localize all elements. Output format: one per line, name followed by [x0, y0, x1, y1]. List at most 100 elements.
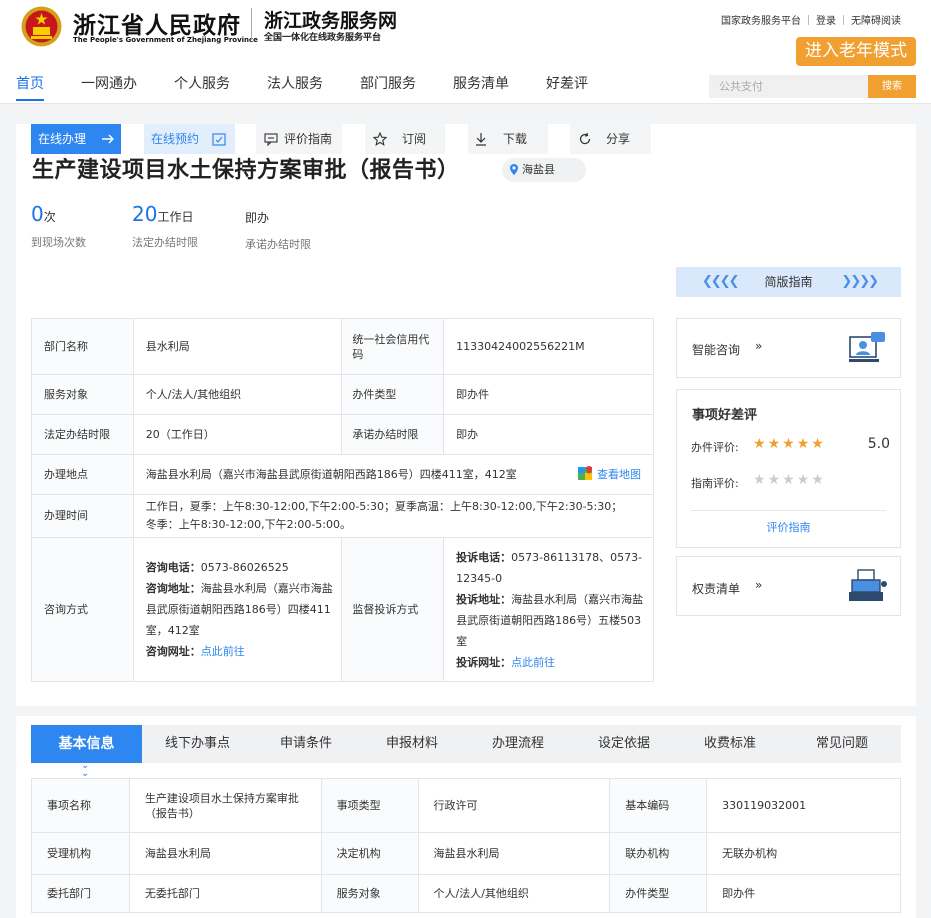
tab-faq[interactable]: 常见问题	[783, 725, 901, 763]
service-site-name[interactable]: 浙江政务服务网	[264, 6, 397, 33]
search-button[interactable]: 搜索	[868, 75, 916, 98]
basic-info-label: 事项类型	[320, 778, 419, 833]
star-icon: ★	[753, 436, 766, 452]
star-icon: ★	[767, 472, 781, 488]
tab-process[interactable]: 办理流程	[465, 725, 571, 763]
divider	[691, 510, 886, 511]
handle-rating-label: 办件评价:	[691, 441, 739, 454]
tab-conditions[interactable]: 申请条件	[253, 725, 359, 763]
online-handle-button[interactable]: 在线办理	[31, 124, 121, 154]
basic-info-label: 决定机构	[320, 832, 419, 875]
search-input[interactable]: 公共支付	[709, 75, 869, 98]
national-emblem-icon	[21, 6, 62, 47]
handle-rating-value: 5.0	[867, 436, 890, 452]
stat-legal-num: 20	[132, 202, 158, 226]
stat-visits: 0次 到现场次数	[31, 202, 86, 250]
chevron-down-icon: ⌄ ⌄	[81, 760, 90, 779]
tab-basis[interactable]: 设定依据	[571, 725, 677, 763]
detail-card: 基本信息 线下办事点 申请条件 申报材料 办理流程 设定依据 收费标准 常见问题…	[16, 716, 916, 918]
typewriter-icon	[849, 569, 887, 601]
consult-web-key: 咨询网址：	[145, 645, 201, 658]
star-icon: ★	[767, 436, 781, 452]
nav-home[interactable]: 首页	[16, 72, 44, 102]
consult-cell: 咨询电话：0573-86026525 咨询地址：海盐县水利局（嘉兴市海盐县武原街…	[132, 537, 343, 682]
table-row: 咨询方式 咨询电话：0573-86026525 咨询地址：海盐县水利局（嘉兴市海…	[31, 537, 654, 682]
main-nav: 首页 一网通办 个人服务 法人服务 部门服务 服务清单 好差评	[16, 72, 625, 102]
time-label: 办理时间	[31, 494, 134, 538]
gov-name[interactable]: 浙江省人民政府	[73, 6, 241, 40]
basic-info-label: 基本编码	[609, 778, 708, 833]
smart-consult-label: 智能咨询	[692, 343, 741, 357]
nav-personal[interactable]: 个人服务	[174, 72, 230, 102]
share-icon	[579, 132, 591, 145]
review-guide-button[interactable]: 评价指南	[256, 124, 342, 154]
power-list-panel[interactable]: 权责清单 »	[676, 556, 901, 616]
table-row: 事项名称 生产建设项目水土保持方案审批（报告书） 事项类型 行政许可 基本编码 33011…	[31, 778, 901, 833]
header-divider	[251, 8, 252, 40]
login-link[interactable]: 登录	[816, 12, 836, 27]
stat-legal-limit: 20工作日 法定办结时限	[132, 202, 198, 250]
nav-department[interactable]: 部门服务	[360, 72, 416, 102]
download-button[interactable]: 下载	[468, 124, 548, 154]
consult-phone-key: 咨询电话：	[145, 561, 201, 574]
consult-web-link[interactable]: 点此前往	[201, 645, 245, 658]
nav-one-stop[interactable]: 一网通办	[81, 72, 137, 102]
view-map-link[interactable]: 查看地图	[578, 466, 641, 484]
handle-type-label: 办件类型	[341, 374, 445, 415]
complain-web-key: 投诉网址：	[456, 655, 512, 669]
table-row: 委托部门 无委托部门 服务对象 个人/法人/其他组织 办件类型 即办件	[31, 874, 901, 913]
credit-code-label: 统一社会信用代码	[341, 318, 445, 375]
accessibility-link[interactable]: 无障碍阅读	[851, 12, 901, 27]
star-outline-icon	[373, 132, 387, 146]
top-links: 国家政务服务平台 登录 无障碍阅读	[721, 12, 901, 27]
review-guide-link[interactable]: 评价指南	[677, 519, 900, 535]
divider	[808, 14, 809, 25]
chevron-right-icon: »	[755, 339, 763, 353]
promise-limit-label: 承诺办结时限	[341, 414, 445, 455]
tab-materials[interactable]: 申报材料	[359, 725, 465, 763]
star-icon: ★	[796, 436, 810, 452]
download-icon	[476, 133, 486, 146]
complain-web-link[interactable]: 点此前往	[511, 656, 555, 669]
handle-type-link[interactable]: 即办件	[443, 374, 654, 415]
place-value: 海盐县水利局（嘉兴市海盐县武原街道朝阳西路186号）四楼411室，412室	[145, 467, 517, 481]
stat-promise-limit: 即办 承诺办结时限	[245, 202, 311, 252]
target-value: 个人/法人/其他组织	[132, 374, 343, 415]
nav-service-list[interactable]: 服务清单	[453, 72, 509, 102]
consult-label: 咨询方式	[31, 537, 134, 682]
double-arrow-left-icon: ❮❮❮❮	[702, 274, 740, 289]
nav-legal-person[interactable]: 法人服务	[267, 72, 323, 102]
tab-offline-points[interactable]: 线下办事点	[142, 725, 253, 763]
comment-icon	[264, 133, 278, 146]
complain-cell: 投诉电话：0573-86113178、0573-12345-0 投诉地址：海盐县…	[443, 537, 654, 682]
basic-info-label: 服务对象	[320, 874, 419, 913]
tab-basic-info[interactable]: 基本信息	[31, 725, 142, 763]
legal-limit-label: 法定办结时限	[31, 414, 134, 455]
online-appointment-button[interactable]: 在线预约	[144, 124, 235, 154]
online-handle-label: 在线办理	[38, 132, 87, 146]
subscribe-button[interactable]: 订阅	[365, 124, 445, 154]
simple-guide-button[interactable]: ❮❮❮❮ 简版指南 ❯❯❯❯	[676, 267, 901, 297]
stat-visits-unit: 次	[43, 210, 56, 224]
star-icon: ★	[811, 472, 824, 488]
guide-rating-stars[interactable]: ★ ★ ★ ★ ★	[753, 472, 826, 488]
elder-mode-button[interactable]: 进入老年模式	[796, 37, 916, 66]
star-icon: ★	[796, 472, 810, 488]
nav-review[interactable]: 好差评	[546, 72, 588, 102]
double-arrow-right-icon: ❯❯❯❯	[841, 274, 879, 289]
legal-limit-value: 20（工作日）	[132, 414, 343, 455]
handle-type-link[interactable]: 即办件	[706, 874, 901, 913]
table-row: 办理地点 海盐县水利局（嘉兴市海盐县武原街道朝阳西路186号）四楼411室，41…	[31, 454, 655, 495]
national-platform-link[interactable]: 国家政务服务平台	[721, 12, 801, 27]
smart-consult-panel[interactable]: 智能咨询 »	[676, 318, 901, 378]
share-button[interactable]: 分享	[570, 124, 651, 154]
basic-info-value: 330119032001	[706, 778, 901, 833]
basic-info-value: 无委托部门	[128, 874, 322, 913]
handle-rating-stars: ★ ★ ★ ★ ★	[753, 436, 826, 452]
location-badge[interactable]: 海盐县	[502, 158, 586, 182]
tab-fees[interactable]: 收费标准	[677, 725, 783, 763]
table-row: 法定办结时限 20（工作日） 承诺办结时限 即办	[31, 414, 654, 455]
calendar-check-icon	[212, 133, 226, 146]
detail-tabs: 基本信息 线下办事点 申请条件 申报材料 办理流程 设定依据 收费标准 常见问题	[31, 725, 901, 763]
consult-addr-key: 咨询地址：	[145, 582, 201, 595]
